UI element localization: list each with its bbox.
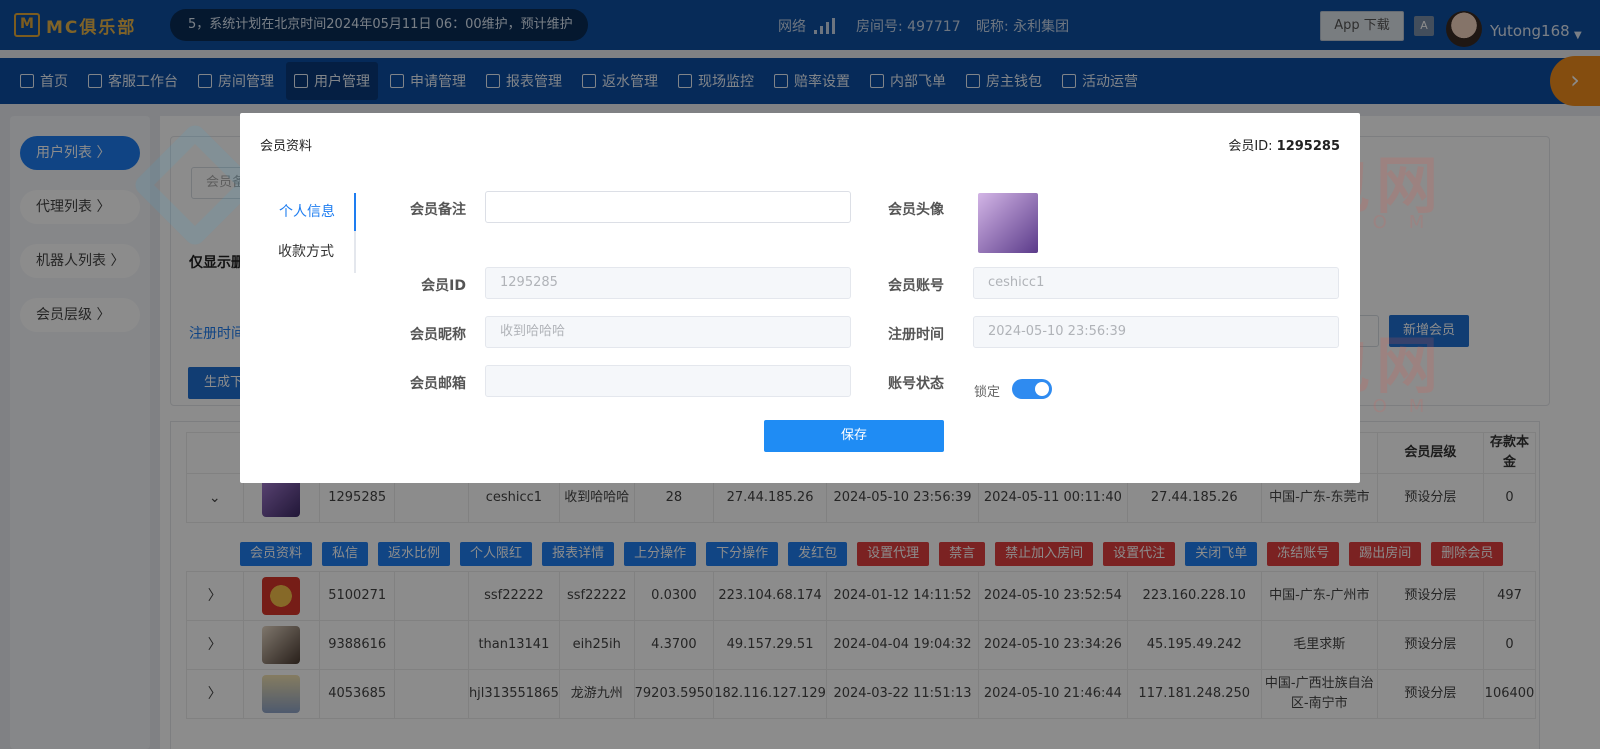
remark-field[interactable] [485,191,851,223]
modal-title: 会员资料 [260,139,313,154]
lock-label: 锁定 [974,385,1001,400]
reg-time-field: 2024-05-10 23:56:39 [973,316,1339,348]
status-label: 账号状态 [888,376,944,392]
email-field [485,365,851,397]
email-label: 会员邮箱 [410,376,466,392]
lock-toggle[interactable] [1012,379,1052,399]
nickname-field: 收到哈哈哈 [485,316,851,348]
avatar-label: 会员头像 [888,202,944,218]
member-id-label: 会员ID: [1228,139,1277,154]
account-label: 会员账号 [888,278,944,294]
account-field: ceshicc1 [973,267,1339,299]
tab-payment-method[interactable]: 收款方式 [258,233,354,271]
member-avatar[interactable] [978,193,1038,253]
member-id-field: 1295285 [485,267,851,299]
modal-tabs: 个人信息 收款方式 [260,193,356,273]
reg-time-label: 注册时间 [888,327,944,343]
modal-member-id: 会员ID: 1295285 [1228,135,1340,154]
remark-label: 会员备注 [410,202,466,218]
member-info-modal: 会员资料 会员ID: 1295285 个人信息 收款方式 会员备注 会员头像 会… [240,113,1360,483]
tab-personal-info[interactable]: 个人信息 [260,193,356,231]
member-id-value: 1295285 [1276,139,1340,154]
id-label: 会员ID [421,278,466,294]
save-button[interactable]: 保存 [764,420,944,452]
nick-label: 会员昵称 [410,327,466,343]
